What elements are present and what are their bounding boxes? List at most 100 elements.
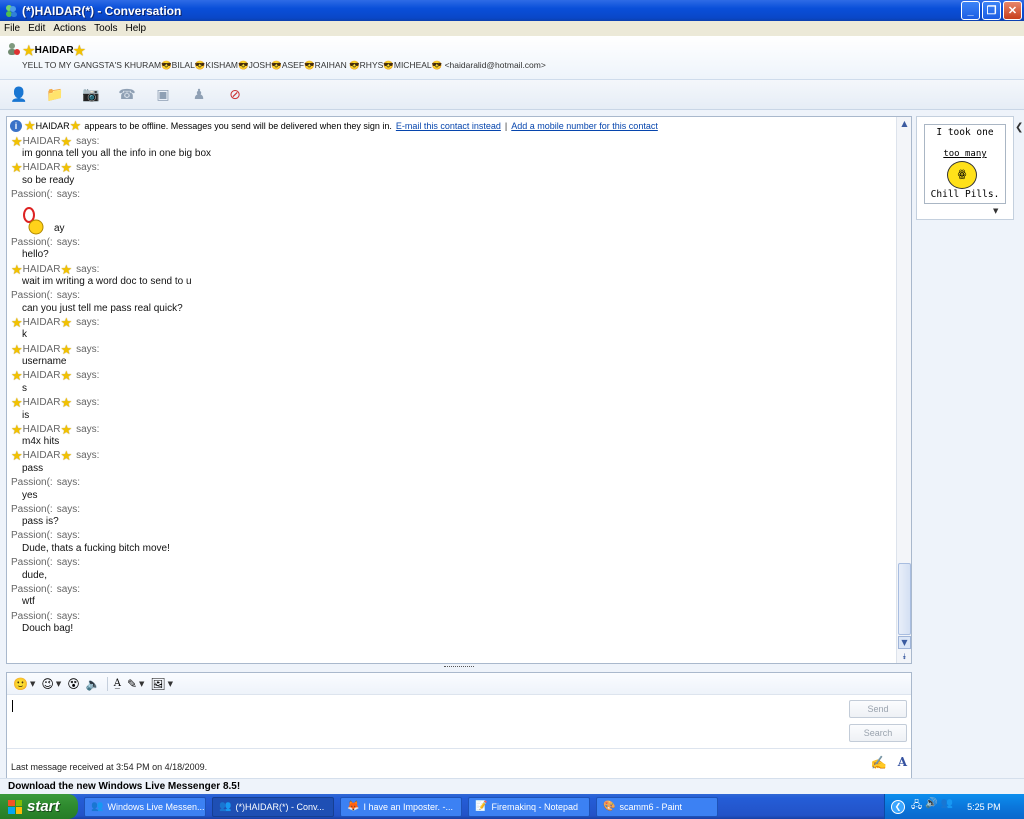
promo-banner[interactable]: Download the new Windows Live Messenger … [0, 778, 1024, 794]
compose-panel: 🙂 ▼ 😉 ▼ 😵 🔈 A̲ ✎ ▼ 🖼 ▼ Send Search Last mess… [6, 672, 912, 784]
block-icon[interactable]: ⊘ [224, 85, 246, 105]
info-icon: i [10, 119, 22, 132]
star-icon: ★ [69, 118, 82, 133]
minimize-button[interactable]: _ [961, 1, 980, 20]
message-text: ay [11, 201, 897, 235]
games-icon[interactable]: ♟ [188, 85, 210, 105]
menu-tools[interactable]: Tools [94, 23, 117, 34]
window-title: (*)HAIDAR(*) - Conversation [22, 3, 182, 18]
task-notepad[interactable]: 📝 Firemakinq - Notepad [468, 796, 590, 817]
scroll-thumb[interactable] [898, 563, 911, 635]
message-sender: Passion(: says: [11, 503, 81, 515]
close-button[interactable]: ✕ [1003, 1, 1022, 20]
search-button[interactable]: Search [849, 724, 907, 742]
pane-splitter[interactable] [444, 666, 474, 670]
voice-clip-button[interactable]: 🔈 [86, 677, 101, 691]
menu-actions[interactable]: Actions [53, 23, 86, 34]
display-picture[interactable]: I took one too many ꙮ Chill Pills. [924, 124, 1006, 204]
conversation-toolbar: 👤 📁 📷 ☎ ▣ ♟ ⊘ [0, 80, 1024, 110]
tray-volume-icon[interactable]: 🔊 [925, 798, 937, 815]
system-tray: ❮ 🖧 🔊 👥 5:25 PM [884, 794, 1024, 819]
message-sender: ★ HAIDAR ★ says: [11, 261, 100, 277]
start-button[interactable]: start [0, 794, 78, 819]
nudge-icon: 😵 [67, 676, 80, 691]
scroll-end-icon[interactable]: ⯯ [898, 651, 911, 663]
menu-file[interactable]: File [4, 23, 20, 34]
message-item: ★ HAIDAR ★ says: username [7, 342, 897, 369]
message-text: wait im writing a word doc to send to u [22, 276, 192, 288]
message-text: dude, [22, 569, 48, 581]
message-text: m4x hits [22, 436, 60, 448]
pen-icon: ✎ [126, 676, 138, 691]
contact-header: ★ HAIDAR ★ YELL TO MY GANGSTA'S KHURAM😎B… [0, 36, 1024, 80]
message-sender: Passion(: says: [11, 477, 81, 489]
star-icon: ★ [60, 448, 73, 464]
tray-expand-icon[interactable]: ❮ [891, 799, 905, 814]
message-item: Passion(: says: Dude, thats a fucking bitc… [7, 529, 897, 556]
message-input[interactable] [11, 699, 841, 727]
display-picture-panel: I took one too many ꙮ Chill Pills. ▼ [916, 116, 1014, 220]
chevron-down-icon[interactable]: ▼ [993, 207, 998, 215]
tray-messenger-icon[interactable]: 👥 [941, 798, 953, 815]
email-contact-link[interactable]: E-mail this contact instead [396, 121, 501, 131]
custom-emoticon-icon [22, 207, 46, 235]
message-sender: ★ HAIDAR ★ says: [11, 368, 100, 384]
message-item: ★ HAIDAR ★ says: m4x hits [7, 422, 897, 449]
text-mode-icon[interactable]: A [898, 755, 907, 769]
add-mobile-link[interactable]: Add a mobile number for this contact [511, 121, 658, 131]
star-icon: ★ [60, 160, 73, 176]
webcam-icon[interactable]: 📷 [80, 85, 102, 105]
message-item: Passion(: says: pass is? [7, 502, 897, 529]
send-files-icon[interactable]: 📁 [44, 85, 66, 105]
message-item: ★ HAIDAR ★ says: wait im writing a word doc … [7, 262, 897, 289]
conversation-scrollbar[interactable]: ▲ ▼ ⯯ [896, 117, 911, 663]
taskbar: start 👥 Windows Live Messen... 👥 (*)HAID… [0, 794, 1024, 819]
invite-contact-icon[interactable]: 👤 [8, 85, 30, 105]
activities-icon[interactable]: ▣ [152, 85, 174, 105]
chevron-left-icon[interactable]: ❮ [1015, 122, 1023, 133]
message-sender: ★ HAIDAR ★ says: [11, 314, 100, 330]
background-button[interactable]: 🖼 ▼ [150, 677, 173, 691]
menu-help[interactable]: Help [126, 23, 147, 34]
message-item: ★ HAIDAR ★ says: is [7, 396, 897, 423]
menu-edit[interactable]: Edit [28, 23, 45, 34]
wink-button[interactable]: 😉 ▼ [41, 677, 61, 691]
task-conversation[interactable]: 👥 (*)HAIDAR(*) - Conv... [212, 796, 334, 817]
star-icon: ★ [60, 341, 73, 357]
smiley-icon: 🙂 [13, 676, 28, 691]
tray-network-icon[interactable]: 🖧 [911, 798, 922, 815]
message-sender: Passion(: says: [11, 583, 81, 595]
star-icon: ★ [11, 448, 23, 464]
smiley-icon: ꙮ [947, 161, 977, 189]
message-text: username [22, 356, 67, 368]
message-item: Passion(: says: can you just tell me pass … [7, 289, 897, 316]
star-icon: ★ [11, 395, 23, 410]
send-button[interactable]: Send [849, 700, 907, 718]
pen-button[interactable]: ✎ ▼ [127, 677, 144, 691]
message-text: s [22, 382, 27, 394]
font-button[interactable]: A̲ [114, 678, 121, 689]
message-item: Passion(: says: wtf [7, 582, 897, 609]
task-windows-live-messenger[interactable]: 👥 Windows Live Messen... [84, 796, 206, 817]
scroll-down-icon[interactable]: ▼ [898, 636, 911, 649]
message-sender: ★ HAIDAR ★ says: [11, 134, 100, 149]
message-text: pass is? [22, 516, 59, 528]
wink-icon: 😉 [41, 676, 54, 691]
nudge-button[interactable]: 😵 [67, 677, 80, 691]
task-firefox[interactable]: 🦊 I have an Imposter. -... [340, 796, 462, 817]
star-icon: ★ [11, 261, 23, 277]
star-icon: ★ [60, 368, 73, 384]
title-bar[interactable]: (*)HAIDAR(*) - Conversation _ ❐ ✕ [0, 0, 1024, 21]
notepad-icon: 📝 [475, 801, 488, 812]
task-paint[interactable]: 🎨 scamm6 - Paint [596, 796, 718, 817]
emoticon-button[interactable]: 🙂 ▼ [13, 677, 35, 691]
contact-name[interactable]: ★ HAIDAR ★ [6, 42, 85, 59]
star-icon: ★ [11, 368, 23, 384]
phone-icon[interactable]: ☎ [116, 85, 138, 105]
message-item: ★ HAIDAR ★ says: so be ready [7, 161, 897, 188]
handwriting-icon[interactable]: ✍ [871, 755, 887, 771]
maximize-button[interactable]: ❐ [982, 1, 1001, 20]
clock[interactable]: 5:25 PM [967, 802, 1001, 812]
message-text: pass [22, 462, 44, 474]
scroll-up-icon[interactable]: ▲ [898, 117, 911, 130]
